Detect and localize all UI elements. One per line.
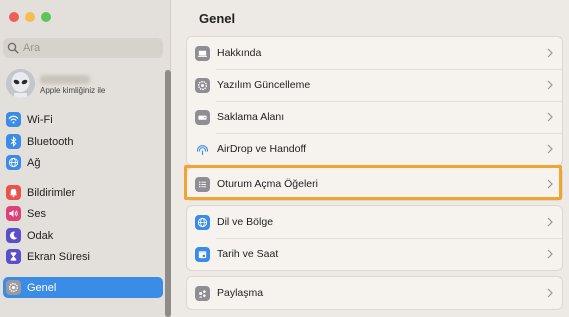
sidebar-item-label: Odak xyxy=(27,229,54,242)
chevron-right-icon xyxy=(547,144,553,154)
sidebar-item-sound[interactable]: Ses xyxy=(3,204,163,223)
drive-icon xyxy=(195,109,210,125)
alien-avatar-icon xyxy=(6,69,35,98)
globe-icon xyxy=(6,155,21,170)
account-name-redacted xyxy=(40,74,90,84)
row-language-region[interactable]: Dil ve Bölge xyxy=(187,206,562,238)
list-icon xyxy=(195,176,210,192)
sidebar-item-wifi[interactable]: Wi-Fi xyxy=(3,110,163,129)
row-storage[interactable]: Saklama Alanı xyxy=(187,101,562,133)
sidebar-item-general[interactable]: Genel xyxy=(3,277,163,298)
chevron-right-icon xyxy=(547,179,553,189)
row-label: Tarih ve Saat xyxy=(217,248,279,260)
gear-badge-icon xyxy=(195,77,210,93)
row-label: Saklama Alanı xyxy=(217,111,285,123)
bluetooth-icon xyxy=(6,134,21,149)
chevron-right-icon xyxy=(547,112,553,122)
sidebar-item-focus[interactable]: Odak xyxy=(3,226,163,245)
sidebar-item-label: Genel xyxy=(27,281,57,294)
sidebar-item-label: Ses xyxy=(27,207,46,220)
row-sharing[interactable]: Paylaşma xyxy=(187,277,562,309)
share-icon xyxy=(195,285,210,301)
gear-icon xyxy=(6,280,21,295)
row-label: Yazılım Güncelleme xyxy=(217,79,311,91)
sidebar-item-label: Bluetooth xyxy=(27,135,74,148)
search-icon xyxy=(7,42,19,54)
page-title: Genel xyxy=(199,11,236,26)
row-software-update[interactable]: Yazılım Güncelleme xyxy=(187,69,562,101)
settings-group: Paylaşma xyxy=(186,276,563,310)
calendar-icon xyxy=(195,246,210,262)
chevron-right-icon xyxy=(547,217,553,227)
row-airdrop-handoff[interactable]: AirDrop ve Handoff xyxy=(187,133,562,165)
row-label: Oturum Açma Öğeleri xyxy=(217,178,318,190)
hourglass-icon xyxy=(6,249,21,264)
sidebar-scroll-thumb[interactable] xyxy=(165,70,171,317)
airdrop-icon xyxy=(195,141,210,157)
row-label: AirDrop ve Handoff xyxy=(217,143,307,155)
sidebar-item-label: Ağ xyxy=(27,156,41,169)
row-label: Hakkında xyxy=(217,47,262,59)
row-label: Paylaşma xyxy=(217,287,264,299)
settings-group: Hakkında Yazılım Güncelleme Saklama Alan… xyxy=(186,36,563,166)
sidebar-scrollbar[interactable] xyxy=(165,70,171,317)
sidebar: Apple kimliğiniz ile Wi-Fi Bluetooth Ağ … xyxy=(0,0,171,317)
avatar xyxy=(6,69,35,98)
sidebar-item-notifications[interactable]: Bildirimler xyxy=(3,183,163,202)
row-about[interactable]: Hakkında xyxy=(187,37,562,69)
main-content: Genel Hakkında Yazılım Güncelleme Saklam… xyxy=(172,0,569,317)
settings-group: Dil ve Bölge Tarih ve Saat xyxy=(186,205,563,271)
apple-account[interactable]: Apple kimliğiniz ile xyxy=(6,69,105,98)
settings-group: Oturum Açma Öğeleri xyxy=(186,167,563,201)
minimize-window-button[interactable] xyxy=(25,12,35,22)
bell-icon xyxy=(6,185,21,200)
globe-icon xyxy=(195,214,210,230)
wifi-icon xyxy=(6,112,21,127)
sidebar-item-label: Bildirimler xyxy=(27,186,76,199)
sidebar-item-label: Wi-Fi xyxy=(27,113,53,126)
window-controls xyxy=(9,12,51,22)
row-label: Dil ve Bölge xyxy=(217,216,274,228)
laptop-icon xyxy=(195,45,210,61)
row-date-time[interactable]: Tarih ve Saat xyxy=(187,238,562,270)
chevron-right-icon xyxy=(547,48,553,58)
sidebar-item-label: Ekran Süresi xyxy=(27,250,90,263)
chevron-right-icon xyxy=(547,249,553,259)
close-window-button[interactable] xyxy=(9,12,19,22)
chevron-right-icon xyxy=(547,288,553,298)
sidebar-item-bluetooth[interactable]: Bluetooth xyxy=(3,132,163,151)
zoom-window-button[interactable] xyxy=(41,12,51,22)
row-login-items[interactable]: Oturum Açma Öğeleri xyxy=(187,168,562,200)
account-subtitle: Apple kimliğiniz ile xyxy=(40,85,106,95)
speaker-icon xyxy=(6,206,21,221)
chevron-right-icon xyxy=(547,80,553,90)
sidebar-item-network[interactable]: Ağ xyxy=(3,153,163,172)
moon-icon xyxy=(6,228,21,243)
search-input[interactable] xyxy=(23,42,153,54)
search-field[interactable] xyxy=(3,38,163,58)
sidebar-item-screen-time[interactable]: Ekran Süresi xyxy=(3,247,163,266)
